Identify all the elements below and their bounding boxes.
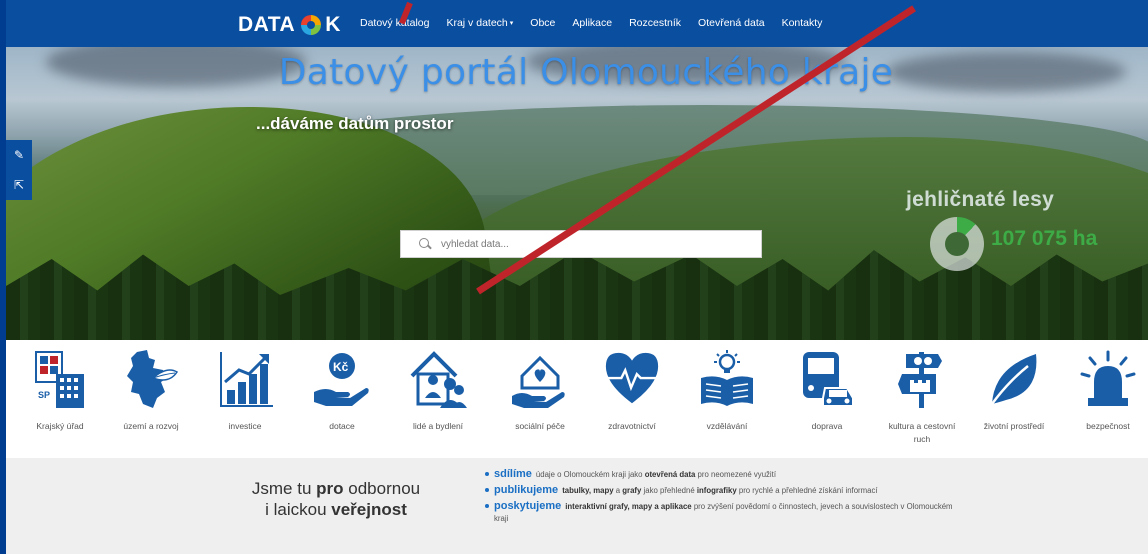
category-label: doprava <box>811 421 843 431</box>
list-item: publikujeme tabulky, mapy a grafy jako př… <box>484 484 954 497</box>
point-text: pro rychlé a přehledné získání informací <box>736 486 878 495</box>
menu-kraj-v-datech-label: Kraj v datech <box>446 17 508 29</box>
caret-down-icon: ▾ <box>509 20 514 27</box>
menu-obce[interactable]: Obce <box>530 17 555 29</box>
tagline-text: Jsme tu <box>251 479 317 498</box>
category-label: sociální péče <box>515 421 565 431</box>
growth-chart-icon <box>215 346 275 412</box>
point-text: pro neomezené využití <box>695 470 777 479</box>
point-bold: infografiky <box>696 486 737 495</box>
point-verb: poskytujeme <box>494 500 562 512</box>
share-icon[interactable]: ⇱ <box>6 170 32 200</box>
about-section: Jsme tu pro odbornou i laickou veřejnost… <box>6 458 1148 554</box>
hero-title: Datový portál Olomouckého kraje <box>278 52 894 93</box>
point-text: a <box>613 486 623 495</box>
point-verb: publikujeme <box>494 484 559 496</box>
point-bold: otevřená data <box>644 470 696 479</box>
point-bold: tabulky, mapy <box>562 486 614 495</box>
menu-kontakty[interactable]: Kontakty <box>782 17 823 29</box>
regional-office-icon: SP <box>30 346 90 412</box>
stat-label: jehličnaté lesy <box>906 188 1055 211</box>
hero-subtitle: ...dáváme datům prostor <box>256 114 454 133</box>
category-doprava[interactable]: doprava <box>787 346 867 433</box>
category-investice[interactable]: investice <box>205 346 285 433</box>
category-bezpecnost[interactable]: bezpečnost <box>1068 346 1148 433</box>
category-dotace[interactable]: Kč dotace <box>302 346 382 433</box>
region-map-icon <box>121 346 181 412</box>
logo-text-k: K <box>325 13 341 36</box>
point-bold: interaktivní grafy, mapy a aplikace <box>565 502 692 511</box>
category-zdravotnictvi[interactable]: zdravotnictví <box>592 346 672 433</box>
point-bold: grafy <box>622 486 642 495</box>
stat-value: 107 075 ha <box>991 227 1098 250</box>
people-house-icon <box>408 346 468 412</box>
list-item: poskytujeme interaktivní grafy, mapy a ap… <box>484 500 954 525</box>
point-text: jako přehledné <box>641 486 697 495</box>
point-text: pro zvýšení povědomí o činnostech, jevec… <box>494 502 953 523</box>
category-label: životní prostředí <box>983 421 1045 431</box>
category-label: bezpečnost <box>1086 421 1130 431</box>
category-label: investice <box>228 421 262 431</box>
logo-ring-icon <box>301 15 322 35</box>
category-uzemi-a-rozvoj[interactable]: území a rozvoj <box>111 346 191 433</box>
search-input[interactable] <box>441 238 741 250</box>
care-house-icon <box>510 346 570 412</box>
tagline-text: i laickou <box>265 500 332 519</box>
side-toolbar: ✎ ⇱ <box>6 140 32 200</box>
tagline: Jsme tu pro odbornou i laickou veřejnost <box>226 478 446 520</box>
tagline-bold: pro <box>316 479 344 498</box>
feature-list: sdílíme údaje o Olomouckém kraji jako ote… <box>484 468 954 528</box>
menu-datovy-katalog[interactable]: Datový katalog <box>360 17 429 29</box>
svg-text:Kč: Kč <box>333 360 349 374</box>
category-label: dotace <box>329 421 355 431</box>
category-kultura[interactable]: kultura a cestovní ruch <box>882 346 962 446</box>
category-label: území a rozvoj <box>123 421 179 431</box>
search-icon <box>419 238 431 250</box>
pencil-icon[interactable]: ✎ <box>6 140 32 170</box>
menu-rozcestnik[interactable]: Rozcestník <box>629 17 681 29</box>
menu-aplikace[interactable]: Aplikace <box>572 17 612 29</box>
category-label: vzdělávání <box>706 421 748 431</box>
education-icon <box>697 346 757 412</box>
menu-otevrena-data[interactable]: Otevřená data <box>698 17 765 29</box>
stat-donut-chart <box>930 217 984 271</box>
transport-icon <box>797 346 857 412</box>
tagline-bold: veřejnost <box>331 500 407 519</box>
top-navbar: DATA K Datový katalog Kraj v datech ▾ Obc… <box>6 0 1148 47</box>
category-socialni-pece[interactable]: sociální péče <box>500 346 580 433</box>
search-box[interactable] <box>400 230 762 258</box>
alarm-light-icon <box>1078 346 1138 412</box>
category-label: zdravotnictví <box>608 421 656 431</box>
category-lide-a-bydleni[interactable]: lidé a bydlení <box>398 346 478 433</box>
list-item: sdílíme údaje o Olomouckém kraji jako ote… <box>484 468 954 481</box>
category-label: lidé a bydlení <box>412 421 464 431</box>
logo-text-data: DATA <box>238 13 296 36</box>
page: DATA K Datový katalog Kraj v datech ▾ Obc… <box>6 0 1148 554</box>
category-vzdelavani[interactable]: vzdělávání <box>687 346 767 433</box>
heartbeat-icon <box>602 346 662 412</box>
tagline-text: odbornou <box>343 479 421 498</box>
hero-banner: Datový portál Olomouckého kraje ...dávám… <box>6 47 1148 340</box>
menu-kraj-v-datech[interactable]: Kraj v datech ▾ <box>446 17 513 29</box>
leaf-icon <box>984 346 1044 412</box>
category-label: kultura a cestovní ruch <box>888 421 956 444</box>
point-text: údaje o Olomouckém kraji jako <box>535 470 645 479</box>
point-verb: sdílíme <box>494 468 532 480</box>
subsidy-hand-icon: Kč <box>312 346 372 412</box>
category-label: Krajský úřad <box>36 421 84 431</box>
data-ok-logo[interactable]: DATA K <box>238 13 341 37</box>
culture-sign-icon <box>892 346 952 412</box>
category-zivotni-prostredi[interactable]: životní prostředí <box>974 346 1054 433</box>
category-bar: SP Krajský úřad území a rozvoj investice… <box>6 340 1148 458</box>
category-krajsky-urad[interactable]: SP Krajský úřad <box>20 346 100 433</box>
main-menu: Datový katalog Kraj v datech ▾ Obce Aplik… <box>360 17 839 29</box>
svg-text:SP: SP <box>38 390 50 400</box>
